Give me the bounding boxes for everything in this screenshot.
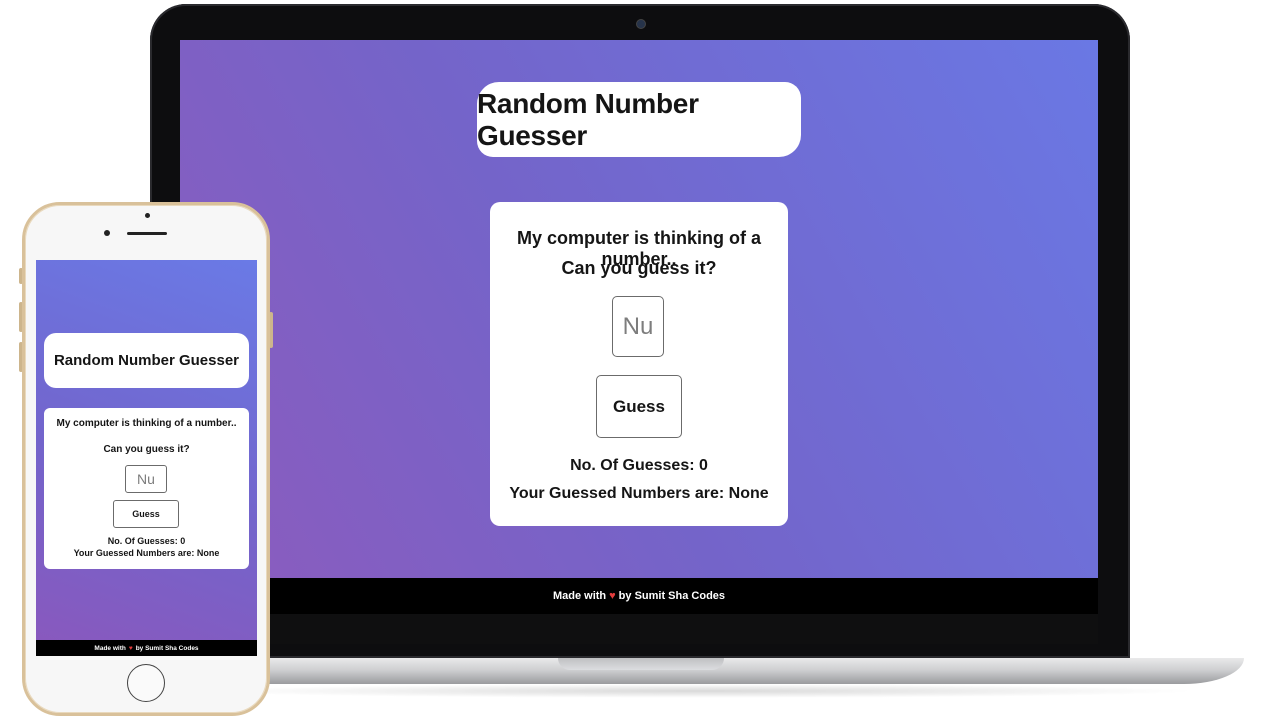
laptop-camera: [636, 19, 646, 29]
laptop-notch: [558, 658, 724, 670]
footer-prefix: Made with: [552, 590, 607, 602]
prompt-text: My computer is thinking of a number..: [56, 418, 237, 429]
guessed-numbers: Your Guessed Numbers are: None: [509, 485, 769, 502]
guess-count: No. Of Guesses: 0: [570, 457, 708, 474]
phone-sensor-icon: [104, 230, 110, 236]
heart-icon: ♥: [609, 590, 616, 602]
laptop-shadow: [200, 684, 1200, 698]
heart-icon: ♥: [128, 644, 133, 652]
number-input[interactable]: [125, 465, 167, 493]
number-input[interactable]: [612, 296, 664, 357]
prompt-question: Can you guess it?: [561, 258, 717, 278]
laptop-bezel: [180, 614, 1098, 644]
footer: Made with ♥ by Sumit Sha Codes: [180, 578, 1098, 614]
footer: Made with ♥ by Sumit Sha Codes: [36, 640, 257, 656]
footer-credit: by Sumit Sha Codes: [135, 644, 199, 652]
guessed-numbers: Your Guessed Numbers are: None: [73, 548, 220, 558]
phone-home-button[interactable]: [127, 664, 165, 702]
footer-prefix: Made with: [94, 644, 126, 652]
page-title: Random Number Guesser: [44, 333, 249, 388]
game-card: My computer is thinking of a number.. Ca…: [490, 202, 788, 526]
laptop-screen: Random Number Guesser My computer is thi…: [180, 40, 1098, 614]
phone-camera-icon: [145, 213, 150, 218]
phone-screen: Random Number Guesser My computer is thi…: [36, 260, 257, 656]
prompt-question: Can you guess it?: [103, 444, 190, 455]
page-title: Random Number Guesser: [477, 82, 801, 157]
game-card: My computer is thinking of a number.. Ca…: [44, 408, 249, 569]
footer-credit: by Sumit Sha Codes: [618, 590, 726, 602]
guess-button[interactable]: Guess: [596, 375, 682, 438]
phone-speaker: [127, 232, 167, 235]
guess-count: No. Of Guesses: 0: [107, 536, 186, 546]
guess-button[interactable]: Guess: [113, 500, 179, 528]
